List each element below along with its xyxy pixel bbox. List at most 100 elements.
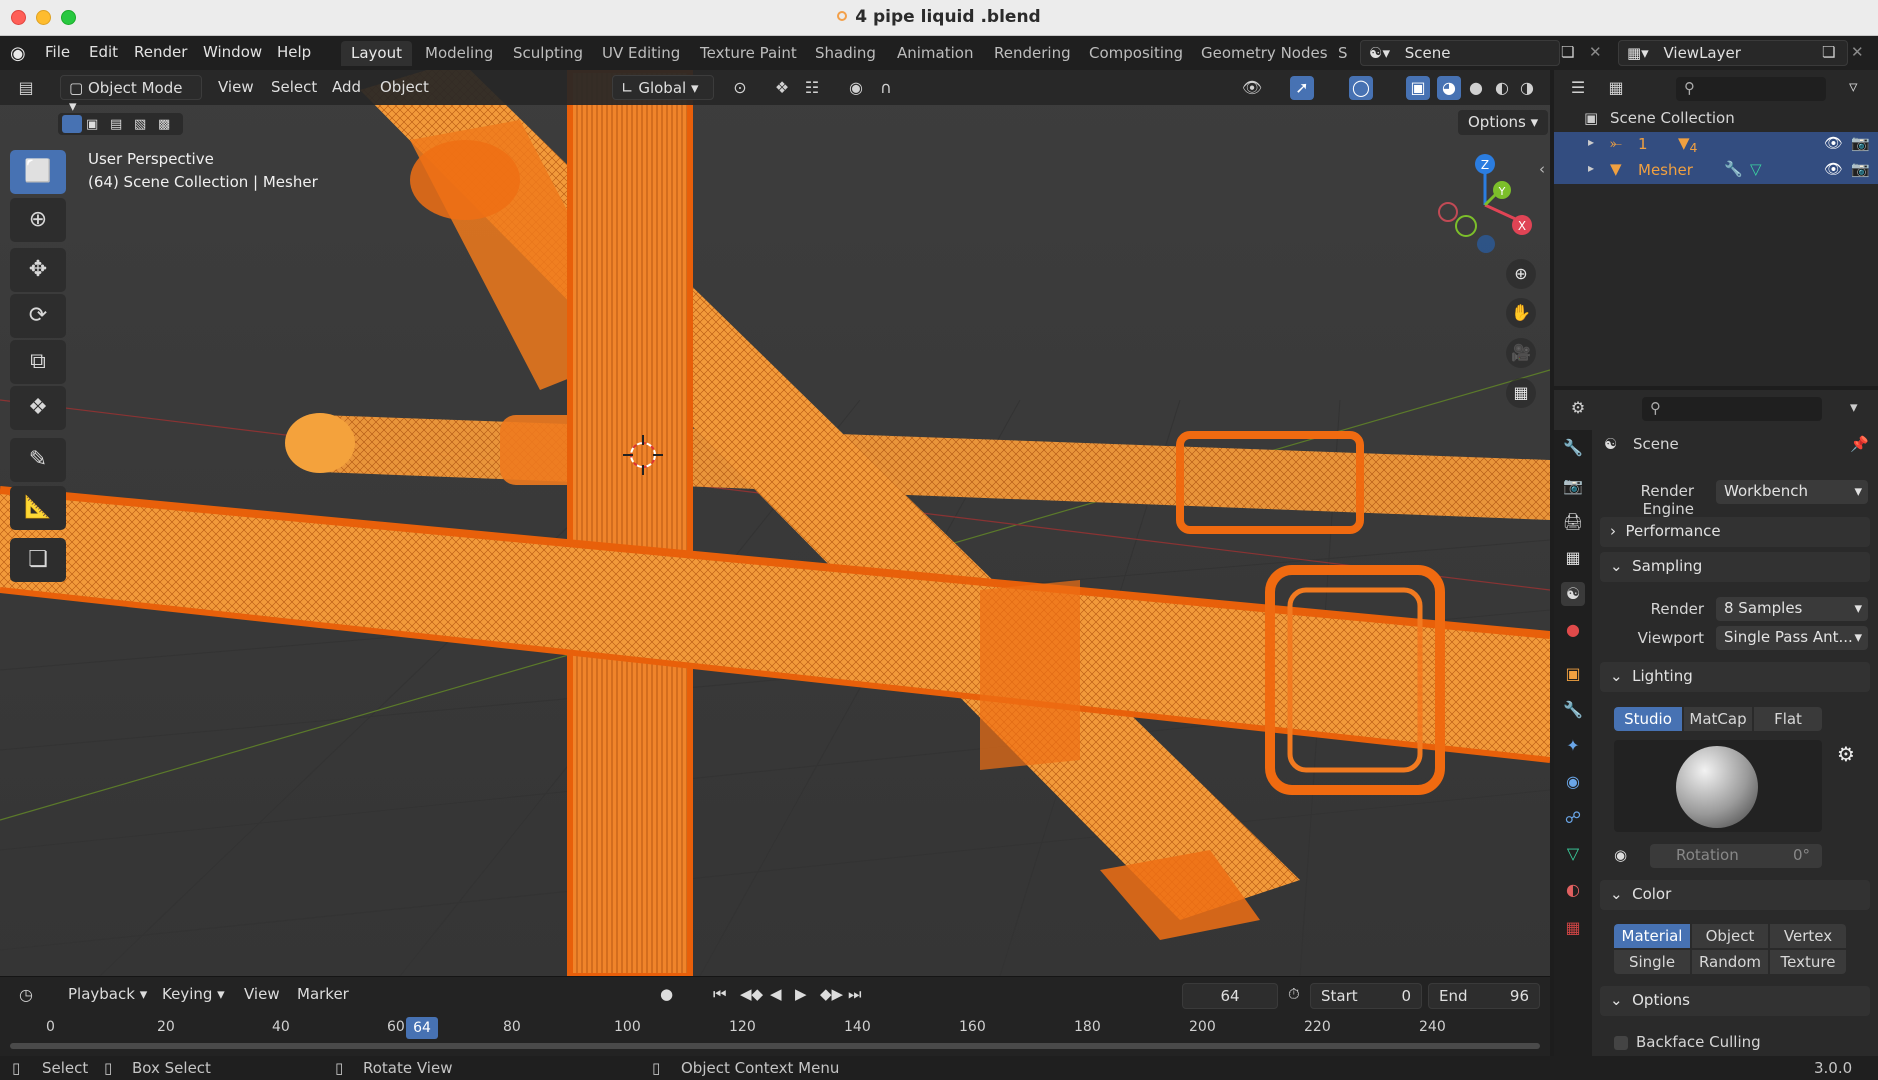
scene-tab-icon[interactable]: ☯	[1561, 582, 1585, 606]
expand-chevron-icon[interactable]: ▸	[1588, 161, 1594, 175]
texture-tab-icon[interactable]: ▦	[1561, 916, 1585, 940]
panel-color[interactable]: ⌄ Color	[1600, 880, 1870, 910]
panel-performance[interactable]: › Performance	[1600, 517, 1870, 547]
rendered-shading-icon[interactable]: ◑	[1515, 76, 1539, 100]
physics-tab-icon[interactable]: ◉	[1561, 770, 1585, 794]
falloff-icon[interactable]: ∩	[874, 76, 898, 100]
properties-editor-type-icon[interactable]: ⚙	[1566, 396, 1590, 420]
select-extend-icon[interactable]: ▣	[86, 117, 98, 132]
tool-tab-icon[interactable]: 🔧	[1561, 436, 1585, 460]
options-dropdown[interactable]: Options ▾	[1458, 110, 1549, 135]
stopwatch-icon[interactable]: ⏱	[1288, 985, 1300, 1003]
select-new-icon[interactable]	[62, 115, 82, 133]
viewport-aa-dropdown[interactable]: Single Pass Ant... ▾	[1716, 626, 1868, 650]
select-intersect-icon[interactable]: ▩	[158, 117, 170, 132]
navigation-gizmo[interactable]: Z X Y	[1430, 150, 1540, 260]
view-layer-tab-icon[interactable]: ▦	[1561, 546, 1585, 570]
new-scene-icon[interactable]: ❏	[1561, 43, 1574, 61]
menu-file[interactable]: File	[45, 43, 70, 61]
outliner-editor-type-icon[interactable]: ☰	[1566, 76, 1590, 100]
viewlayer-selector[interactable]: ▦▾ ViewLayer	[1618, 40, 1848, 66]
output-tab-icon[interactable]: 🖨	[1561, 510, 1585, 534]
tab-animation[interactable]: Animation	[887, 41, 983, 66]
world-tab-icon[interactable]: ●	[1561, 618, 1585, 642]
proportional-editing-icon[interactable]: ◉	[844, 76, 868, 100]
sidebar-toggle-chevron-icon[interactable]: ‹	[1539, 160, 1545, 178]
properties-options-chevron-icon[interactable]: ▾	[1850, 398, 1858, 416]
start-frame-field[interactable]: Start 0	[1310, 983, 1422, 1009]
play-reverse-icon[interactable]: ◀	[770, 985, 782, 1003]
jump-end-icon[interactable]: ⏭	[848, 985, 862, 1003]
modifier-tab-icon[interactable]: 🔧	[1561, 698, 1585, 722]
outliner-search-input[interactable]: ⚲	[1676, 77, 1826, 101]
lighting-matcap-button[interactable]: MatCap	[1684, 707, 1752, 731]
xray-toggle-icon[interactable]: ▣	[1406, 76, 1430, 100]
color-random-button[interactable]: Random	[1692, 950, 1768, 974]
timeline-menu-playback[interactable]: Playback ▾	[68, 985, 147, 1003]
delete-viewlayer-icon[interactable]: ✕	[1851, 43, 1864, 61]
render-tab-icon[interactable]: 📷	[1561, 474, 1585, 498]
pan-hand-icon[interactable]: ✋	[1506, 298, 1536, 328]
tab-uv-editing[interactable]: UV Editing	[592, 41, 690, 66]
delete-scene-icon[interactable]: ✕	[1589, 43, 1602, 61]
current-frame-field[interactable]: 64	[1182, 983, 1278, 1009]
wireframe-shading-icon[interactable]: ◕	[1437, 76, 1461, 100]
visibility-eye-icon[interactable]: 👁	[1240, 76, 1264, 100]
zoom-icon[interactable]: ⊕	[1506, 259, 1536, 289]
viewport-menu-object[interactable]: Object	[372, 75, 437, 100]
data-tab-icon[interactable]: ▽	[1561, 842, 1585, 866]
scene-selector[interactable]: ☯▾ Scene	[1360, 40, 1560, 66]
viewport-menu-select[interactable]: Select	[263, 75, 325, 100]
render-engine-dropdown[interactable]: Workbench ▾	[1716, 480, 1868, 504]
transform-tool-icon[interactable]: ❖	[10, 386, 66, 430]
color-vertex-button[interactable]: Vertex	[1770, 924, 1846, 948]
panel-lighting[interactable]: ⌄ Lighting	[1600, 662, 1870, 692]
add-cube-tool-icon[interactable]: ❏	[10, 538, 66, 582]
3d-viewport[interactable]: ▤ ▢ Object Mode ▾ View Select Add Object…	[0, 70, 1550, 976]
outliner-row-scene-collection[interactable]: ▣ Scene Collection	[1554, 106, 1878, 132]
viewport-menu-add[interactable]: Add	[324, 75, 369, 100]
playhead-frame-indicator[interactable]: 64	[406, 1017, 438, 1039]
timeline-editor-type-icon[interactable]: ◷	[14, 983, 38, 1007]
color-texture-button[interactable]: Texture	[1770, 950, 1846, 974]
measure-tool-icon[interactable]: 📐	[10, 486, 66, 530]
outliner-row-mesher[interactable]: ▸ ▼ Mesher 🔧 ▽ 👁 📷	[1554, 158, 1878, 184]
snap-increment-icon[interactable]: ☷	[800, 76, 824, 100]
tab-sculpting[interactable]: Sculpting	[503, 41, 593, 66]
transform-orientation-selector[interactable]: ∟ Global ▾	[612, 75, 714, 100]
scale-tool-icon[interactable]: ⧉	[10, 340, 66, 384]
color-material-button[interactable]: Material	[1614, 924, 1690, 948]
new-viewlayer-icon[interactable]: ❏	[1822, 43, 1835, 61]
filter-icon[interactable]: ▿	[1849, 77, 1858, 97]
pivot-point-icon[interactable]: ⊙	[728, 76, 752, 100]
color-single-button[interactable]: Single	[1614, 950, 1690, 974]
visibility-eye-icon[interactable]: 👁	[1824, 134, 1843, 152]
play-icon[interactable]: ▶	[795, 985, 807, 1003]
object-tab-icon[interactable]: ▣	[1561, 662, 1585, 686]
menu-edit[interactable]: Edit	[89, 43, 118, 61]
select-subtract-icon[interactable]: ▤	[110, 117, 122, 132]
material-shading-icon[interactable]: ◐	[1490, 76, 1514, 100]
end-frame-field[interactable]: End 96	[1428, 983, 1540, 1009]
render-camera-icon[interactable]: 📷	[1851, 134, 1870, 152]
solid-shading-icon[interactable]: ●	[1464, 76, 1488, 100]
display-mode-icon[interactable]: ▦	[1604, 76, 1628, 100]
tab-texture-paint[interactable]: Texture Paint	[690, 41, 807, 66]
autokey-record-icon[interactable]: ●	[660, 985, 673, 1003]
snap-icon[interactable]: ❖	[770, 76, 794, 100]
timeline-menu-marker[interactable]: Marker	[297, 985, 349, 1003]
particles-tab-icon[interactable]: ✦	[1561, 734, 1585, 758]
tab-compositing[interactable]: Compositing	[1079, 41, 1193, 66]
light-settings-gear-icon[interactable]: ⚙	[1837, 742, 1855, 766]
menu-help[interactable]: Help	[277, 43, 311, 61]
rotation-field[interactable]: Rotation 0°	[1650, 844, 1822, 868]
timeline-menu-keying[interactable]: Keying ▾	[162, 985, 225, 1003]
render-camera-icon[interactable]: 📷	[1851, 160, 1870, 178]
tab-scripting-truncated[interactable]: S	[1336, 41, 1350, 66]
camera-view-icon[interactable]: 🎥	[1506, 338, 1536, 368]
expand-chevron-icon[interactable]: ▸	[1588, 135, 1594, 149]
tab-rendering[interactable]: Rendering	[984, 41, 1081, 66]
select-box-tool-icon[interactable]: ⬜	[10, 150, 66, 194]
render-samples-dropdown[interactable]: 8 Samples ▾	[1716, 597, 1868, 621]
prev-keyframe-icon[interactable]: ◀◆	[740, 985, 763, 1003]
